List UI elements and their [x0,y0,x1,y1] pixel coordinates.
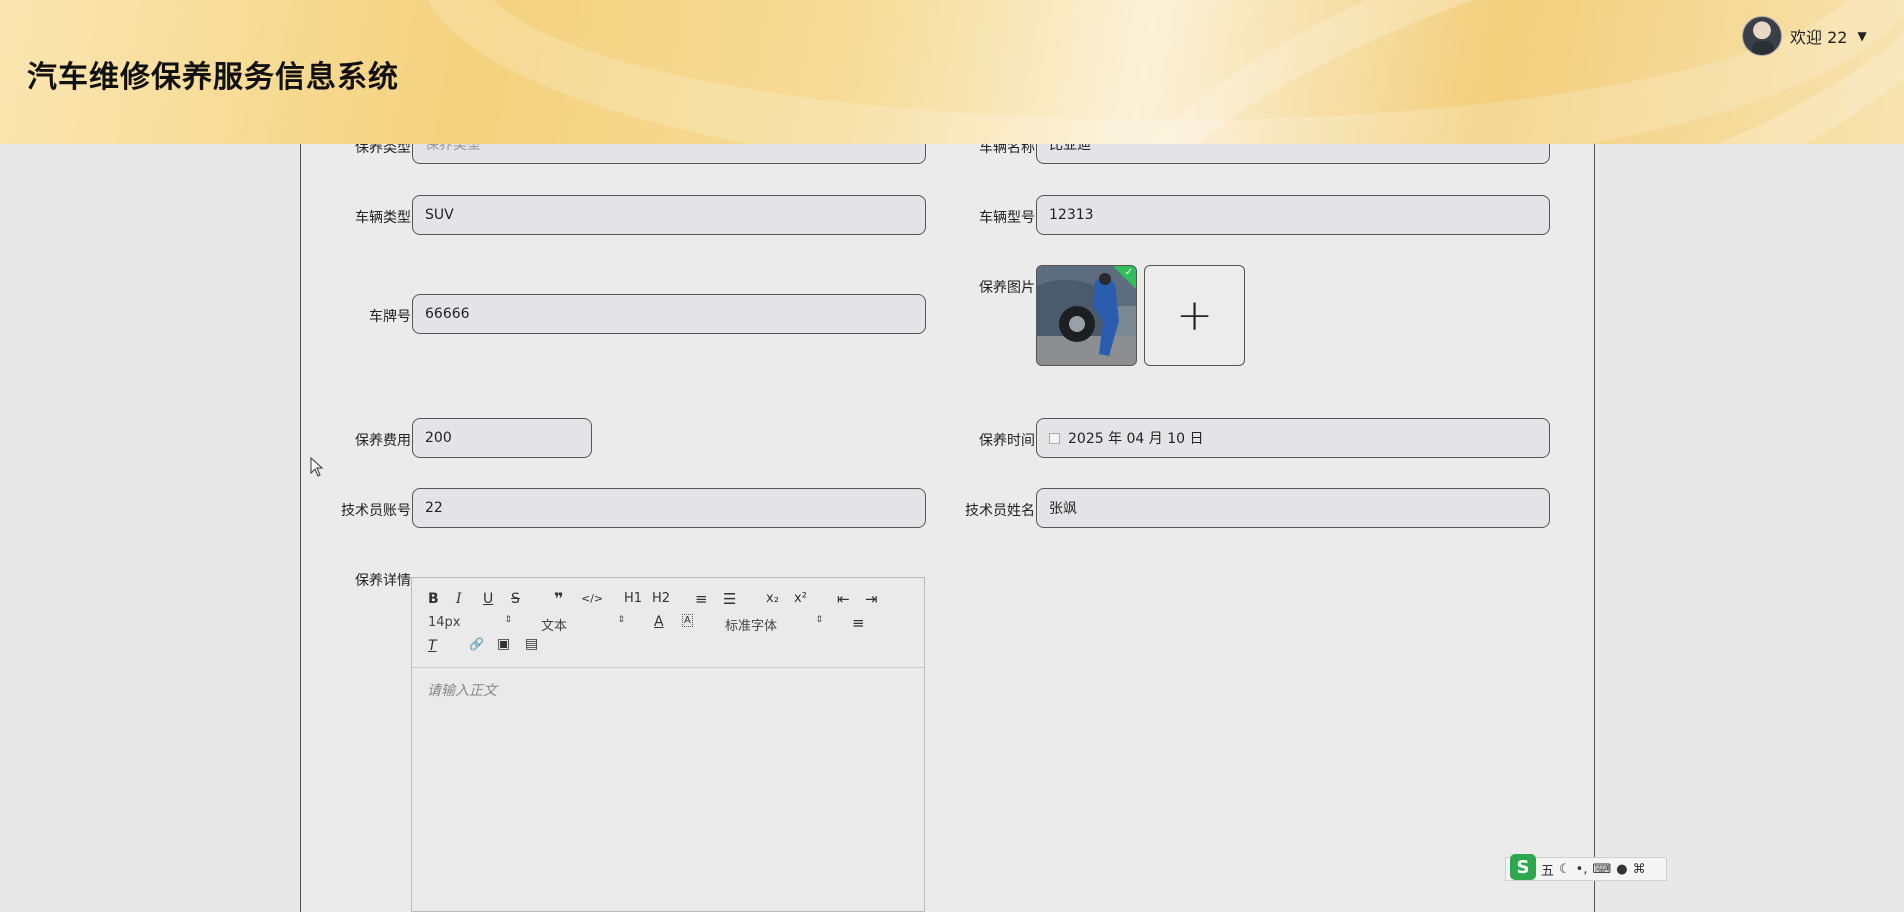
vehicle-model-input[interactable]: 12313 [1036,195,1550,235]
user-icon[interactable]: ● [1616,862,1627,877]
clear-format-button[interactable]: T [428,638,437,654]
uploaded-image-thumbnail[interactable]: ✓ [1036,265,1137,366]
app-title: 汽车维修保养服务信息系统 [27,60,399,95]
h2-button[interactable]: H2 [652,591,670,606]
text-style-select[interactable]: 文本 ⇕ [541,615,625,634]
text-style-value: 文本 [541,619,568,634]
technician-account-label: 技术员账号 [341,503,411,519]
editor-content-area[interactable]: 请输入正文 [412,668,924,712]
chevron-down-icon[interactable]: ▼ [1857,29,1866,43]
editor-placeholder: 请输入正文 [427,683,497,699]
plate-number-label: 车牌号 [369,309,411,325]
plate-number-input[interactable]: 66666 [412,294,926,334]
strike-button[interactable]: S [511,591,520,607]
font-size-select[interactable]: 14px ⇕ [428,615,512,630]
editor-toolbar: B I U S ❞ </> H1 H2 ≡ ☰ x₂ x² ⇤ ⇥ 14px ⇕… [412,578,924,668]
image-button[interactable]: ▣ [497,636,510,652]
italic-button[interactable]: I [456,591,462,607]
moon-icon[interactable]: ☾ [1559,862,1571,877]
image-upload-button[interactable]: + [1144,265,1245,366]
outdent-button[interactable]: ⇤ [837,590,850,608]
user-menu[interactable]: 欢迎 22 ▼ [1742,16,1867,56]
vehicle-category-input[interactable]: SUV [412,195,926,235]
check-icon: ✓ [1124,267,1133,278]
calendar-icon [1049,432,1060,444]
maintenance-time-value: 2025 年 04 月 10 日 [1068,431,1204,447]
vehicle-category-label: 车辆类型 [355,210,411,226]
technician-name-label: 技术员姓名 [965,503,1035,519]
top-header: 汽车维修保养服务信息系统 欢迎 22 ▼ [0,0,1904,144]
welcome-text[interactable]: 欢迎 22 [1790,24,1847,48]
sogou-logo-icon[interactable]: S [1510,854,1536,880]
font-family-value: 标准字体 [725,619,778,634]
maintenance-fee-input[interactable]: 200 [412,418,592,458]
quote-button[interactable]: ❞ [554,589,563,608]
select-arrow-icon: ⇕ [617,615,625,625]
select-arrow-icon: ⇕ [815,615,823,625]
link-button[interactable]: 🔗 [469,637,484,651]
font-size-value: 14px [428,615,461,630]
bold-button[interactable]: B [428,591,439,607]
maintenance-details-label: 保养详情 [355,573,411,589]
font-color-button[interactable]: A [654,614,664,630]
technician-name-input[interactable]: 张飒 [1036,488,1550,528]
underline-button[interactable]: U [483,591,493,607]
ordered-list-button[interactable]: ≡ [695,590,708,608]
background-color-button[interactable]: A [682,614,693,627]
avatar[interactable] [1742,16,1782,56]
maintenance-time-picker[interactable]: 2025 年 04 月 10 日 [1036,418,1550,458]
indent-button[interactable]: ⇥ [865,590,878,608]
vehicle-model-label: 车辆型号 [979,210,1035,226]
ime-mode-label[interactable]: 五 [1541,860,1554,879]
grid-icon[interactable]: ⌘ [1633,862,1646,877]
maintenance-time-label: 保养时间 [979,433,1035,449]
code-button[interactable]: </> [581,592,603,605]
rich-text-editor[interactable]: B I U S ❞ </> H1 H2 ≡ ☰ x₂ x² ⇤ ⇥ 14px ⇕… [411,577,925,912]
h1-button[interactable]: H1 [624,591,642,606]
plus-icon: + [1176,289,1213,341]
maintenance-image-label: 保养图片 [979,280,1035,296]
punct-icon[interactable]: •, [1576,862,1588,877]
subscript-button[interactable]: x₂ [766,591,779,606]
select-arrow-icon: ⇕ [504,615,512,625]
keyboard-icon[interactable]: ⌨ [1592,862,1611,877]
bullet-list-button[interactable]: ☰ [723,590,736,608]
technician-account-input[interactable]: 22 [412,488,926,528]
align-button[interactable]: ≡ [852,614,865,632]
maintenance-fee-label: 保养费用 [355,433,411,449]
video-button[interactable]: ▤ [525,636,538,652]
superscript-button[interactable]: x² [794,591,807,606]
car-repair-photo [1037,266,1136,365]
ime-toolbar[interactable]: S 五 ☾ •, ⌨ ● ⌘ [1505,854,1667,881]
mouse-cursor-icon [310,457,324,477]
font-family-select[interactable]: 标准字体 ⇕ [725,615,823,634]
